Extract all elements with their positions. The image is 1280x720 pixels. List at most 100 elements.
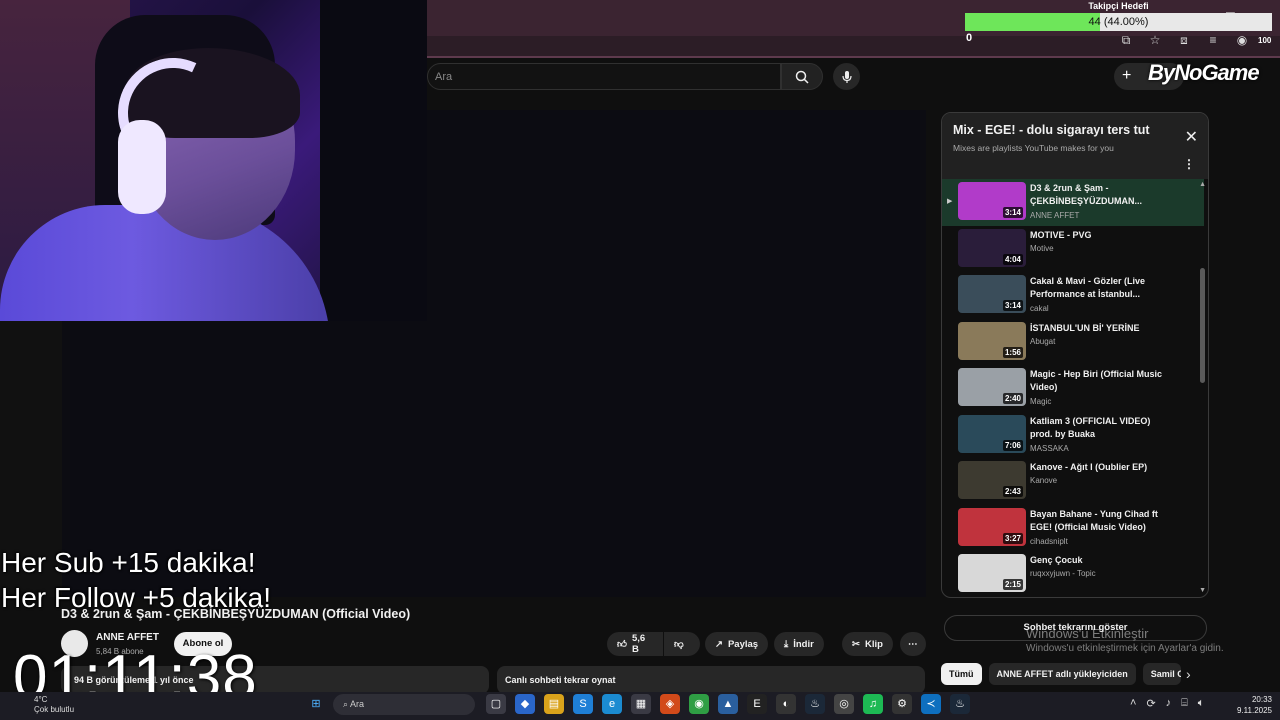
playlist-item-channel: Magic	[1030, 397, 1052, 406]
copilot-icon[interactable]: ◆	[515, 694, 535, 714]
playlist-item[interactable]: ▶ 3:14 D3 & 2run & Şam - ÇEKBİNBEŞYÜZDUMAN…	[942, 179, 1204, 226]
skype-icon[interactable]: S	[573, 694, 593, 714]
activation-title: Windows'u Etkinleştir	[1026, 626, 1149, 641]
playlist-item-title: D3 & 2run & Şam - ÇEKBİNBEŞYÜZDUMAN...	[1030, 183, 1143, 206]
playlist-item-title: Katliam 3 (OFFICIAL VIDEO) prod. by Buak…	[1030, 415, 1151, 439]
more-actions-button[interactable]: ⋯	[900, 632, 926, 656]
file-explorer-icon[interactable]: ▤	[544, 694, 564, 714]
search-button[interactable]	[781, 63, 823, 90]
voice-search-button[interactable]	[833, 63, 860, 90]
taskbar-search[interactable]: ⌕ Ara	[333, 694, 475, 715]
playlist-item[interactable]: 4:04 MOTIVE - PVG Motive	[942, 226, 1204, 273]
mix-header: Mix - EGE! - dolu sigarayı ters tut Mixe…	[942, 113, 1208, 179]
activation-subtitle: Windows'u etkinleştirmek için Ayarlar'a …	[1026, 643, 1224, 654]
goal-start-value: 0	[966, 32, 973, 44]
weather-widget[interactable]: 4°C Çok bulutlu	[34, 695, 74, 715]
now-playing-icon: ▶	[947, 198, 953, 205]
epic-games-icon[interactable]: E	[747, 694, 767, 714]
chip-related[interactable]: Samil C	[1142, 663, 1181, 685]
thumbs-up-icon: 👍︎	[617, 639, 627, 650]
brave-icon[interactable]: ◈	[660, 694, 680, 714]
steam-alt-icon[interactable]: ♨	[950, 694, 970, 714]
mix-playlist-panel: Mix - EGE! - dolu sigarayı ters tut Mixe…	[941, 112, 1209, 598]
steam-icon[interactable]: ♨	[805, 694, 825, 714]
clip-label: Klip	[864, 638, 883, 650]
clip-button[interactable]: ✂ Klip	[842, 632, 893, 656]
replay-chat-bar[interactable]: Canlı sohbeti tekrar oynat	[497, 666, 925, 694]
volume-icon[interactable]: 🔈︎	[1198, 697, 1205, 710]
playlist-item[interactable]: 3:14 Cakal & Mavi - Gözler (Live Performa…	[942, 272, 1204, 319]
spotify-icon[interactable]: ♫	[863, 694, 883, 714]
chip-uploader[interactable]: ANNE AFFET adlı yükleyiciden	[988, 663, 1136, 685]
duration-badge: 3:27	[1002, 532, 1023, 544]
photos-icon[interactable]: ▲	[718, 694, 738, 714]
playlist-item-title: Cakal & Mavi - Gözler (Live Performance …	[1030, 276, 1146, 299]
scroll-down-icon[interactable]: ▼	[1199, 587, 1206, 594]
share-button[interactable]: ↗ Paylaş	[705, 632, 769, 656]
playlist-thumbnail: 3:27	[958, 507, 1026, 546]
download-button[interactable]: ⤓ İndir	[774, 632, 824, 656]
playlist-thumbnail: 3:14	[958, 275, 1026, 313]
playlist-item[interactable]: 3:27 Bayan Bahane - Yung Cihad ft EGE! (O…	[942, 505, 1204, 552]
taskbar-search-placeholder: Ara	[350, 699, 365, 709]
headphone-earcup	[118, 120, 166, 214]
obs-icon[interactable]: ◎	[834, 694, 854, 714]
taskbar-apps: ⊞	[306, 694, 326, 714]
edge-icon[interactable]: e	[602, 694, 622, 714]
like-button[interactable]: 👍︎ 5,6 B	[607, 632, 663, 656]
taskbar-pinned-apps: ▢ ◆ ▤ S e ▦ ◈ ◉ ▲ E ◐ ♨ ◎ ♫ ⚙ ≺ ♨	[486, 694, 970, 714]
mix-title[interactable]: Mix - EGE! - dolu sigarayı ters tut	[953, 123, 1197, 137]
playlist-item[interactable]: 2:40 Magic - Hep Biri (Official Music Vid…	[942, 365, 1204, 412]
like-count: 5,6 B	[631, 633, 646, 655]
vscode-icon[interactable]: ≺	[921, 694, 941, 714]
close-icon[interactable]: ✕	[1185, 127, 1198, 147]
chevron-up-icon[interactable]: ˄	[1130, 697, 1136, 710]
sync-icon[interactable]: ⟳	[1146, 697, 1155, 710]
playlist-item-channel: cihadsniplt	[1030, 536, 1068, 546]
mix-list: ▶ 3:14 D3 & 2run & Şam - ÇEKBİNBEŞYÜZDUMAN…	[942, 179, 1204, 597]
playlist-thumbnail: 1:56	[958, 321, 1026, 360]
playlist-item-channel: ANNE AFFET	[1030, 211, 1080, 220]
task-view-icon[interactable]: ▢	[486, 694, 506, 714]
search-icon	[795, 70, 809, 84]
duration-badge: 3:14	[1002, 300, 1023, 311]
network-icon[interactable]: ⌸	[1181, 697, 1188, 710]
settings-icon[interactable]: ⚙	[892, 694, 912, 714]
microphone-tray-icon[interactable]: ♪	[1166, 697, 1172, 710]
playlist-item-channel: MASSAKA	[1030, 443, 1069, 453]
playlist-item[interactable]: 7:06 Katliam 3 (OFFICIAL VIDEO) prod. by …	[942, 412, 1204, 459]
clock-date: 9.11.2025	[1237, 706, 1272, 715]
playlist-item[interactable]: 2:43 Kanove - Ağıt I (Oublier EP) Kanove	[942, 458, 1204, 505]
microphone-icon	[841, 70, 852, 83]
playlist-thumbnail: 2:15	[958, 554, 1026, 592]
thumbs-down-icon: 👎︎	[674, 639, 684, 650]
playlist-item-channel: Abugat	[1030, 336, 1056, 346]
mix-subtitle: Mixes are playlists YouTube makes for yo…	[953, 143, 1114, 153]
scroll-up-icon[interactable]: ▲	[1199, 181, 1206, 188]
duration-badge: 2:40	[1002, 393, 1023, 404]
chevron-right-icon[interactable]: ›	[1186, 666, 1191, 682]
playlist-thumbnail: 2:40	[958, 368, 1026, 406]
more-options-icon[interactable]: ⋮	[1183, 157, 1195, 171]
scrollbar-thumb[interactable]	[1200, 268, 1205, 383]
windows-start-icon[interactable]: ⊞	[306, 694, 326, 714]
screen: — ☐ ⧉ ☆ ⧈ ≡ ◉ 100 Ara + Mix - EGE! - dol…	[0, 0, 1280, 720]
store-icon[interactable]: ▦	[631, 694, 651, 714]
duration-badge: 7:06	[1002, 439, 1023, 451]
duration-badge: 3:14	[1002, 207, 1023, 218]
search-input[interactable]: Ara	[427, 63, 781, 90]
clock-time: 20:33	[1251, 695, 1272, 704]
dislike-button[interactable]: 👎︎	[664, 632, 700, 656]
playlist-item[interactable]: 2:15 Genç Çocuk ruqxxyjuwn - Topic	[942, 551, 1204, 597]
playlist-thumbnail: 3:14	[958, 182, 1026, 220]
goal-progress-bar: 44 (44.00%)	[965, 13, 1272, 31]
weather-temperature: 4°C	[34, 695, 48, 704]
playlist-item[interactable]: 1:56 İSTANBUL'UN Bİ' YERİNE Abugat	[942, 319, 1204, 366]
filter-chips: Tümü ANNE AFFET adlı yükleyiciden Samil …	[941, 663, 1181, 685]
chip-all[interactable]: Tümü	[941, 663, 982, 685]
goal-title: Takipçi Hedefi	[1088, 1, 1149, 11]
capcut-icon[interactable]: ◐	[776, 694, 796, 714]
playlist-item-channel: Kanove	[1030, 476, 1058, 485]
taskbar-clock[interactable]: 20:33 9.11.2025	[1232, 694, 1272, 716]
chrome-icon[interactable]: ◉	[689, 694, 709, 714]
